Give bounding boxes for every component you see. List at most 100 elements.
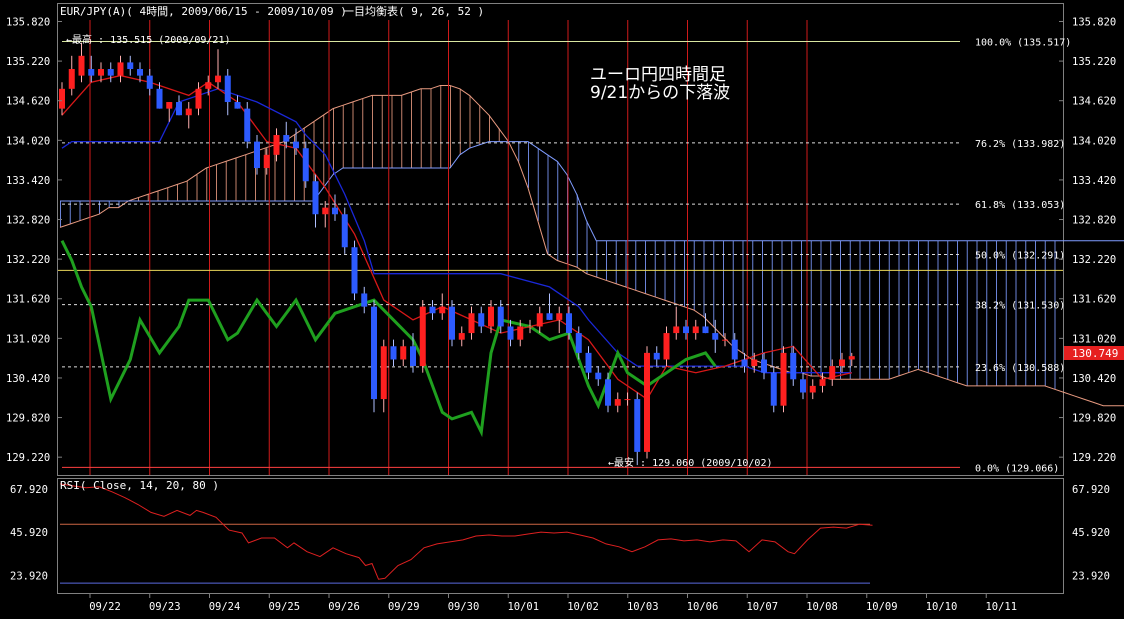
candle-body bbox=[59, 88, 65, 109]
candle-body bbox=[98, 69, 104, 76]
price-tick-right: 135.820 bbox=[1072, 16, 1116, 28]
date-tick-label: 09/26 bbox=[328, 601, 360, 613]
candle-body bbox=[458, 333, 465, 340]
price-tick-left: 133.420 bbox=[6, 175, 50, 187]
candle-body bbox=[185, 108, 192, 116]
candle-body bbox=[117, 62, 124, 76]
low-marker: ←最安 : 129.060 (2009/10/02) bbox=[608, 456, 773, 469]
fib-level-label: 23.6% (130.588) bbox=[975, 363, 1065, 374]
price-tick-right: 131.620 bbox=[1072, 294, 1116, 306]
candle-body bbox=[283, 135, 290, 142]
candle-body bbox=[546, 313, 553, 320]
rsi-tick-right: 67.920 bbox=[1072, 484, 1110, 496]
date-tick-label: 10/11 bbox=[985, 601, 1017, 613]
candle-body bbox=[146, 75, 153, 89]
candle-body bbox=[478, 313, 485, 327]
candle-body bbox=[195, 88, 202, 109]
candle-body bbox=[371, 306, 377, 400]
candle-body bbox=[575, 333, 582, 353]
candle-body bbox=[341, 214, 348, 248]
price-tick-right: 134.620 bbox=[1072, 96, 1116, 108]
date-tick-label: 10/01 bbox=[507, 601, 539, 613]
date-tick-label: 10/10 bbox=[926, 601, 958, 613]
candle-body bbox=[127, 62, 134, 70]
candle-body bbox=[176, 102, 182, 116]
price-tick-left: 131.620 bbox=[6, 294, 50, 306]
price-tick-right: 134.020 bbox=[1072, 135, 1116, 147]
price-tick-left: 132.820 bbox=[6, 215, 50, 227]
candle-body bbox=[156, 88, 163, 109]
candle-body bbox=[663, 333, 670, 360]
candle-body bbox=[673, 326, 680, 334]
indicator-title: 一目均衡表( 9, 26, 52 ) bbox=[343, 4, 484, 18]
rsi-tick-left: 45.920 bbox=[10, 527, 48, 539]
candle-body bbox=[702, 326, 709, 334]
candle-body bbox=[468, 313, 475, 334]
candle-body bbox=[653, 352, 660, 360]
candle-body bbox=[761, 359, 767, 373]
candle-body bbox=[644, 352, 650, 452]
candle-body bbox=[390, 346, 397, 360]
candle-body bbox=[605, 379, 611, 406]
date-tick-label: 09/24 bbox=[209, 601, 241, 613]
candle-body bbox=[809, 385, 816, 393]
price-tick-right: 131.020 bbox=[1072, 333, 1116, 345]
rsi-title: RSI( Close, 14, 20, 80 ) bbox=[60, 479, 219, 492]
candle-body bbox=[429, 306, 436, 314]
candle-body bbox=[741, 359, 748, 367]
candle-body bbox=[848, 356, 855, 360]
price-tick-left: 135.220 bbox=[6, 56, 50, 68]
candle-body bbox=[839, 359, 845, 367]
rsi-tick-right: 45.920 bbox=[1072, 527, 1110, 539]
candle-body bbox=[507, 326, 514, 340]
candle-body bbox=[585, 352, 592, 373]
date-tick-label: 10/09 bbox=[866, 601, 898, 613]
annotation-line-1: ユーロ円四時間足 bbox=[590, 65, 726, 85]
price-tick-right: 130.420 bbox=[1072, 373, 1116, 385]
price-tick-right: 132.220 bbox=[1072, 254, 1116, 266]
candle-body bbox=[332, 207, 338, 215]
annotation-line-2: 9/21からの下落波 bbox=[590, 83, 730, 103]
candle-body bbox=[497, 306, 504, 327]
date-tick-label: 10/06 bbox=[687, 601, 719, 613]
candle-body bbox=[819, 379, 826, 386]
candle-body bbox=[790, 352, 797, 380]
candle-body bbox=[536, 313, 543, 327]
candle-body bbox=[166, 102, 173, 109]
candle-body bbox=[722, 339, 728, 341]
fib-level-label: 61.8% (133.053) bbox=[975, 200, 1065, 211]
candle-body bbox=[351, 247, 358, 294]
candle-body bbox=[293, 141, 299, 149]
date-tick-label: 10/08 bbox=[806, 601, 838, 613]
candle-body bbox=[68, 69, 75, 89]
price-tick-left: 131.020 bbox=[6, 333, 50, 345]
candle-body bbox=[302, 148, 309, 182]
candle-body bbox=[215, 75, 221, 83]
chart-title: EUR/JPY(A)( 4時間, 2009/06/15 - 2009/10/09… bbox=[60, 5, 347, 18]
rsi-tick-right: 23.920 bbox=[1072, 570, 1110, 582]
rsi-tick-left: 23.920 bbox=[10, 570, 48, 582]
candle-body bbox=[380, 346, 387, 400]
candle-body bbox=[410, 346, 416, 367]
candle-body bbox=[273, 135, 280, 155]
fib-level-label: 38.2% (131.530) bbox=[975, 301, 1065, 312]
chart-background bbox=[0, 0, 1124, 619]
candle-body bbox=[566, 313, 572, 334]
candle-body bbox=[88, 69, 95, 76]
candle-body bbox=[517, 326, 524, 340]
candle-body bbox=[205, 82, 212, 89]
candle-body bbox=[322, 207, 329, 215]
candle-body bbox=[439, 306, 446, 314]
rsi-tick-left: 67.920 bbox=[10, 484, 48, 496]
date-tick-label: 09/29 bbox=[388, 601, 420, 613]
candle-body bbox=[829, 366, 836, 380]
candle-body bbox=[692, 326, 699, 334]
candle-body bbox=[731, 339, 738, 360]
price-tick-left: 135.820 bbox=[6, 16, 50, 28]
fib-level-label: 50.0% (132.291) bbox=[975, 250, 1065, 261]
price-tick-left: 132.220 bbox=[6, 254, 50, 266]
candle-body bbox=[712, 333, 719, 340]
candle-body bbox=[624, 399, 631, 401]
candle-body bbox=[263, 154, 270, 169]
candle-body bbox=[312, 181, 319, 215]
